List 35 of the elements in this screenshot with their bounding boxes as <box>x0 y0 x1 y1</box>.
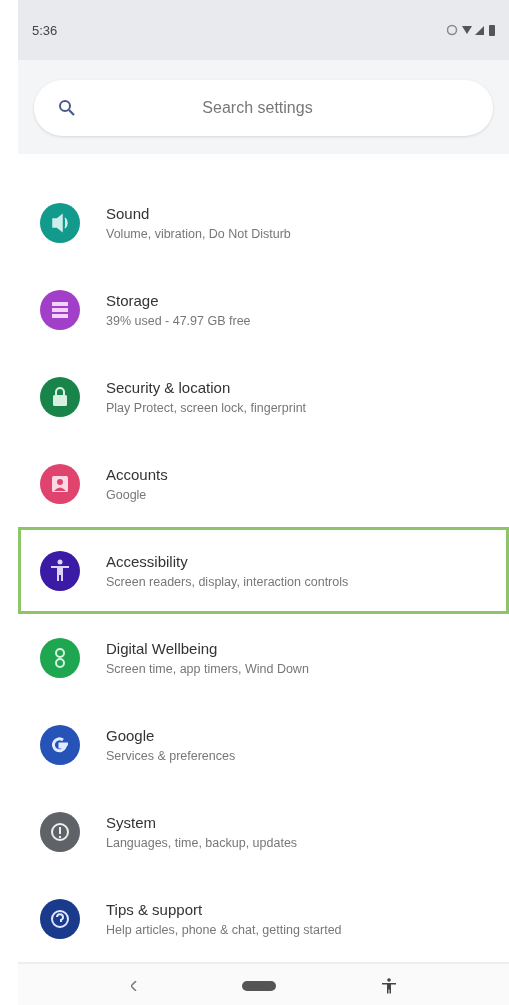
item-subtitle: Help articles, phone & chat, getting started <box>106 922 342 937</box>
search-icon <box>58 99 76 117</box>
item-subtitle: 39% used - 47.97 GB free <box>106 313 251 328</box>
settings-item[interactable]: Storage 39% used - 47.97 GB free <box>18 266 509 353</box>
settings-item[interactable]: System Languages, time, backup, updates <box>18 788 509 875</box>
settings-item[interactable]: Tips & support Help articles, phone & chat, getting started <box>18 875 509 962</box>
item-subtitle: Screen time, app timers, Wind Down <box>106 661 309 676</box>
status-icons <box>447 23 497 37</box>
clock-time: 5:36 <box>32 22 58 38</box>
item-title: Security & location <box>106 378 232 396</box>
item-subtitle: Google <box>106 487 148 502</box>
accessibility-icon[interactable] <box>380 978 397 994</box>
item-title: Accounts <box>106 465 168 483</box>
search-input[interactable]: Search settings <box>76 98 439 118</box>
home-button[interactable] <box>241 981 276 991</box>
item-title: System <box>106 813 157 831</box>
settings-item[interactable]: Accessibility Screen readers, display, interaction controls <box>18 527 509 614</box>
item-title: Google <box>106 726 156 744</box>
item-title: Digital Wellbeing <box>106 639 219 657</box>
item-subtitle: Languages, time, backup, updates <box>106 835 298 850</box>
item-title: Storage <box>106 291 160 309</box>
item-subtitle: Volume, vibration, Do Not Disturb <box>106 226 291 241</box>
settings-item[interactable]: Accounts Google <box>18 440 509 527</box>
item-subtitle: Play Protect, screen lock, fingerprint <box>106 400 307 415</box>
item-subtitle: Services & preferences <box>106 748 236 763</box>
back-icon[interactable] <box>130 981 137 991</box>
settings-item[interactable]: Security & location Play Protect, screen lock, fingerprint <box>18 353 509 440</box>
settings-item[interactable]: Digital Wellbeing Screen time, app timers, Wind Down <box>18 614 509 701</box>
item-title: Accessibility <box>106 552 189 570</box>
item-subtitle: Screen readers, display, interaction controls <box>106 574 349 589</box>
item-title: Sound <box>106 204 151 222</box>
settings-item[interactable]: Sound Volume, vibration, Do Not Disturb <box>18 179 509 266</box>
item-title: Tips & support <box>106 900 204 918</box>
search-field[interactable]: Search settings <box>34 80 493 136</box>
settings-item[interactable]: Google Services & preferences <box>18 701 509 788</box>
